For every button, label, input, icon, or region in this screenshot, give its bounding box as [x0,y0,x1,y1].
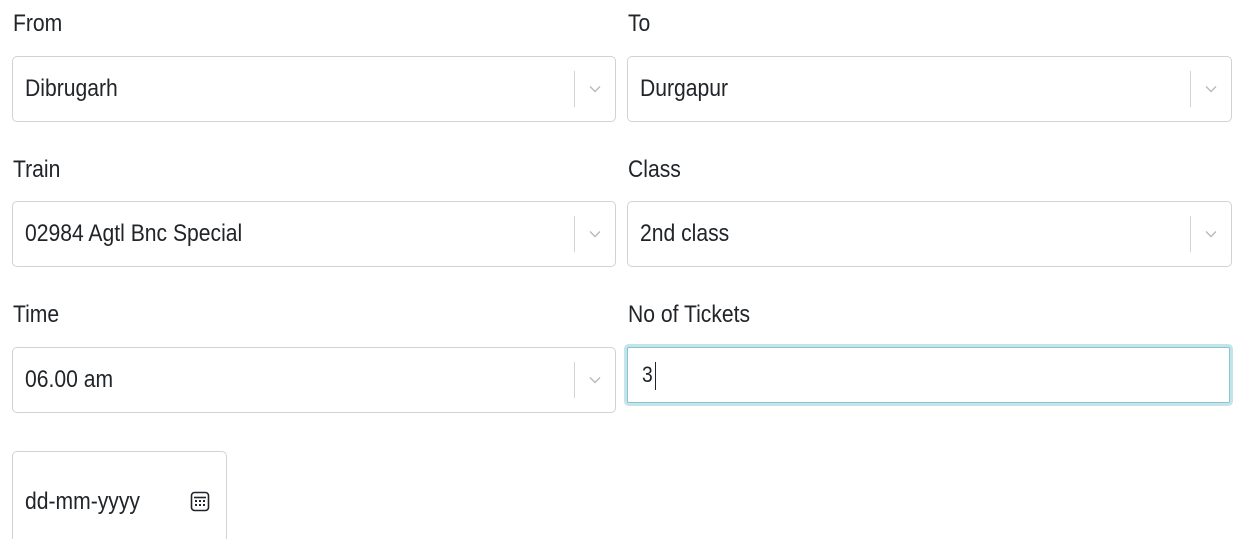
time-selected-value: 06.00 am [25,366,114,393]
tickets-input-value: 3 [642,362,653,387]
from-selected-value: Dibrugarh [25,75,118,102]
date-input[interactable]: dd-mm-yyyy [12,451,227,539]
booking-form: From Dibrugarh To Durgapur Train 02984 A… [0,0,1233,539]
tickets-label: No of Tickets [628,301,751,328]
chevron-down-icon[interactable] [588,227,602,241]
time-select[interactable]: 06.00 am [12,347,616,413]
from-select[interactable]: Dibrugarh [12,56,616,122]
to-label: To [628,10,651,37]
calendar-icon[interactable] [189,489,211,513]
class-label: Class [628,156,681,183]
class-selected-value: 2nd class [640,220,730,247]
tickets-input[interactable]: 3 [627,347,1230,403]
train-selected-value: 02984 Agtl Bnc Special [25,220,243,247]
text-caret [655,362,656,390]
class-select[interactable]: 2nd class [627,201,1232,267]
chevron-down-icon[interactable] [1204,227,1218,241]
date-placeholder: dd-mm-yyyy [25,488,140,515]
train-label: Train [13,156,61,183]
chevron-down-icon[interactable] [588,373,602,387]
select-separator [1190,71,1191,107]
train-select[interactable]: 02984 Agtl Bnc Special [12,201,616,267]
to-select[interactable]: Durgapur [627,56,1232,122]
time-label: Time [13,301,60,328]
select-separator [574,362,575,398]
select-separator [574,216,575,252]
from-label: From [13,10,63,37]
select-separator [574,71,575,107]
select-separator [1190,216,1191,252]
chevron-down-icon[interactable] [1204,82,1218,96]
chevron-down-icon[interactable] [588,82,602,96]
to-selected-value: Durgapur [640,75,729,102]
